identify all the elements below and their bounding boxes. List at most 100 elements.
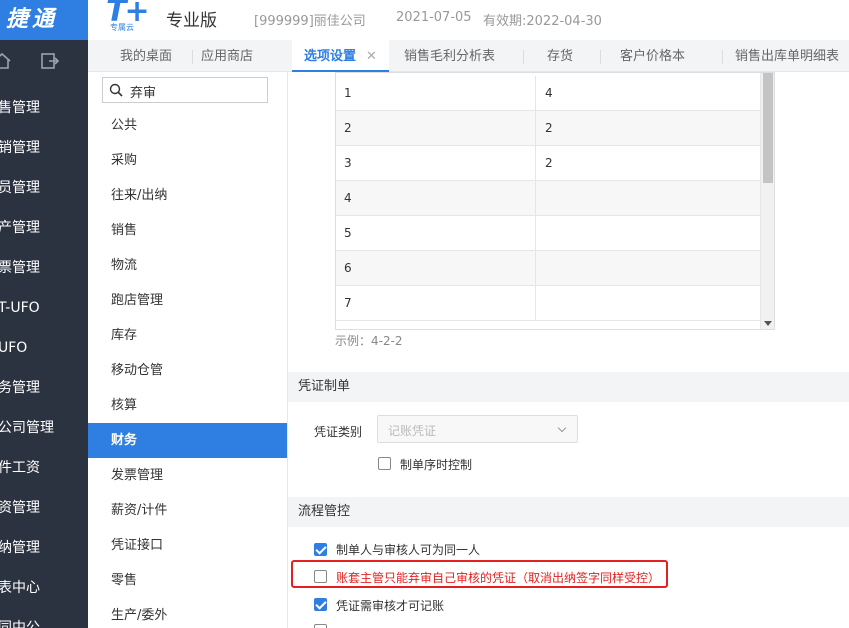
table-cell-level[interactable]: 4 (336, 181, 536, 216)
sidebar-item[interactable]: 资管理 (0, 488, 86, 528)
table-row[interactable]: 14 (336, 76, 760, 111)
sidebar-item[interactable]: T-UFO (0, 288, 86, 328)
sidebar-item[interactable]: 公司管理 (0, 408, 86, 448)
next-option-checkbox[interactable] (314, 624, 327, 628)
table-cell-length[interactable]: 4 (536, 76, 760, 111)
company-name[interactable]: [999999]丽佳公司 (254, 10, 366, 29)
table-cell-length[interactable]: 2 (536, 111, 760, 146)
tab-customer-price[interactable]: 客户价格本 (620, 40, 685, 72)
seq-control-checkbox[interactable] (378, 457, 391, 470)
tab-sales-outbound[interactable]: 销售出库单明细表 (735, 40, 839, 72)
sidebar-item[interactable]: 表中心 (0, 568, 86, 608)
sidebar-item[interactable]: 票管理 (0, 248, 86, 288)
table-cell-length[interactable]: 2 (536, 146, 760, 181)
category-item[interactable]: 跑店管理 (88, 283, 287, 318)
table-row[interactable]: 6 (336, 251, 760, 286)
category-item[interactable]: 公共 (88, 108, 287, 143)
table-cell-length[interactable] (536, 216, 760, 251)
audit-before-post-label: 凭证需审核才可记账 (336, 599, 445, 613)
section-flow-title: 流程管控 (288, 497, 849, 527)
code-level-table: 1422324567 (335, 72, 775, 330)
main-sidebar: 售管理 销管理 员管理 产管理 票管理 T-UFO UFO 务管理 公司管理 件工资 资管理 纳管理表… (0, 40, 88, 628)
category-item[interactable]: 发票管理 (88, 458, 287, 493)
seq-control-label: 制单序时控制 (400, 458, 473, 472)
export-icon[interactable] (40, 52, 60, 70)
category-item[interactable]: 零售 (88, 563, 287, 598)
table-row[interactable]: 22 (336, 111, 760, 146)
search-icon (109, 83, 123, 97)
sidebar-item[interactable]: 同中公 (0, 608, 86, 628)
same-person-checkbox[interactable] (314, 543, 327, 556)
category-item[interactable]: 销售 (88, 213, 287, 248)
scrollbar-thumb[interactable] (763, 73, 773, 183)
home-icon[interactable] (0, 52, 12, 70)
sidebar-item[interactable]: 务管理 (0, 368, 86, 408)
sidebar-icons (0, 40, 88, 84)
category-panel: 弃审 公共 采购 往来/出纳 销售 物流 跑店管理 库存 移动仓管 核算 财务 发票管理 薪资/计件凭… (88, 72, 288, 628)
category-item[interactable]: 凭证接口 (88, 528, 287, 563)
tab-sales-margin[interactable]: 销售毛利分析表 (404, 40, 495, 72)
category-item[interactable]: 往来/出纳 (88, 178, 287, 213)
chevron-down-icon (557, 423, 567, 433)
login-date: 2021-07-05 (396, 10, 472, 25)
audit-before-post-checkbox[interactable] (314, 598, 327, 611)
tab-desktop[interactable]: 我的桌面 (120, 40, 172, 72)
table-row[interactable]: 4 (336, 181, 760, 216)
category-item[interactable]: 采购 (88, 143, 287, 178)
sidebar-item[interactable]: 销管理 (0, 128, 86, 168)
table-cell-length[interactable] (536, 181, 760, 216)
voucher-type-value: 记账凭证 (388, 424, 437, 438)
tab-bar: 我的桌面 应用商店 选项设置 ✕ 销售毛利分析表 存货 客户价格本 销售出库单明细… (88, 40, 849, 72)
validity-date: 有效期:2022-04-30 (483, 14, 602, 29)
supervisor-unaudit-checkbox[interactable] (314, 570, 327, 583)
sidebar-item[interactable]: UFO (0, 328, 86, 368)
product-logo-sub: 专属云 (110, 23, 134, 32)
same-person-label: 制单人与审核人可为同一人 (336, 543, 481, 557)
table-row[interactable]: 7 (336, 286, 760, 321)
tab-separator (722, 50, 723, 64)
tab-inventory[interactable]: 存货 (547, 40, 573, 72)
table-cell-length[interactable] (536, 286, 760, 321)
category-item[interactable]: 物流 (88, 248, 287, 283)
scroll-down-icon[interactable] (764, 321, 772, 326)
table-cell-level[interactable]: 3 (336, 146, 536, 181)
table-cell-level[interactable]: 2 (336, 111, 536, 146)
sidebar-item[interactable]: 售管理 (0, 88, 86, 128)
section-voucher-title: 凭证制单 (288, 372, 849, 402)
table-row[interactable]: 5 (336, 216, 760, 251)
category-search-input[interactable]: 弃审 (102, 77, 268, 103)
category-item[interactable]: 库存 (88, 318, 287, 353)
category-item[interactable]: 薪资/计件 (88, 493, 287, 528)
search-value: 弃审 (130, 86, 157, 101)
tab-option-settings[interactable]: 选项设置 ✕ (292, 40, 389, 72)
brand-logo: 捷通 (0, 0, 88, 40)
tab-separator (192, 50, 193, 64)
table-cell-level[interactable]: 6 (336, 251, 536, 286)
category-item[interactable]: 财务 (88, 423, 287, 458)
supervisor-unaudit-label: 账套主管只能弃审自己审核的凭证（取消出纳签字同样受控） (336, 571, 661, 585)
product-logo: T+ 专属云 (106, 0, 162, 34)
category-item[interactable]: 生产/委外 (88, 598, 287, 628)
voucher-type-select[interactable]: 记账凭证 (377, 415, 578, 443)
table-row[interactable]: 32 (336, 146, 760, 181)
sidebar-item[interactable]: 产管理 (0, 208, 86, 248)
category-item[interactable]: 核算 (88, 388, 287, 423)
sidebar-item[interactable]: 件工资 (0, 448, 86, 488)
sidebar-item[interactable]: 纳管理 (0, 528, 86, 568)
table-cell-level[interactable]: 1 (336, 76, 536, 111)
example-text: 示例：4-2-2 (335, 334, 403, 348)
top-header: 捷通 T+ 专属云 专业版 [999999]丽佳公司 2021-07-05 有效… (0, 0, 849, 40)
table-cell-length[interactable] (536, 251, 760, 286)
table-scrollbar[interactable] (760, 73, 774, 329)
edition-label: 专业版 (166, 11, 217, 31)
tab-app-store[interactable]: 应用商店 (201, 40, 253, 72)
table-cell-level[interactable]: 5 (336, 216, 536, 251)
sidebar-item[interactable]: 员管理 (0, 168, 86, 208)
close-icon[interactable]: ✕ (366, 49, 377, 64)
table-cell-level[interactable]: 7 (336, 286, 536, 321)
tab-label: 选项设置 (304, 49, 357, 64)
tab-separator (600, 50, 601, 64)
category-item[interactable]: 移动仓管 (88, 353, 287, 388)
voucher-type-label: 凭证类别 (314, 425, 363, 439)
settings-content: 1422324567 示例：4-2-2 凭证制单 凭证类别 记账凭证 制单序时控… (288, 72, 849, 628)
